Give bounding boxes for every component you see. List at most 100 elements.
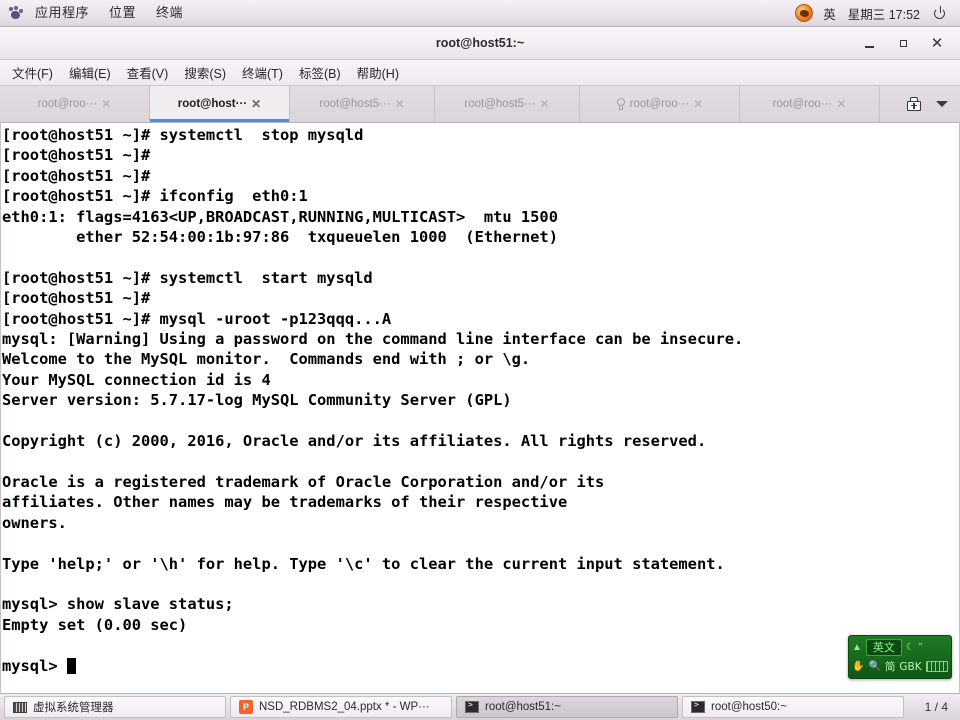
terminal-line: Type 'help;' or '\h' for help. Type '\c'… xyxy=(2,554,725,573)
taskbar-item-terminal-host51[interactable]: root@host51:~ xyxy=(456,696,678,718)
menu-places[interactable]: 位置 xyxy=(99,0,146,26)
tab-3[interactable]: root@host5··· ✕ xyxy=(435,86,580,122)
terminal-icon xyxy=(465,700,479,713)
tab-1-active[interactable]: root@host··· ✕ xyxy=(150,86,290,122)
taskbar-item-terminal-host51-label: root@host51:~ xyxy=(485,701,561,713)
menu-tabs[interactable]: 标签(B) xyxy=(291,60,349,85)
tab-2-label: root@host5··· xyxy=(319,98,391,110)
maximize-button[interactable] xyxy=(886,29,920,57)
terminal-line: Oracle is a registered trademark of Orac… xyxy=(2,472,605,491)
keyboard-icon[interactable] xyxy=(925,661,948,672)
terminal-line: [root@host51 ~]# xyxy=(2,289,151,308)
window-title-bar[interactable]: root@host51:~ ✕ xyxy=(0,27,960,60)
hand-icon[interactable]: ✋ xyxy=(852,661,864,673)
terminal-output-area[interactable]: [root@host51 ~]# systemctl stop mysqld [r… xyxy=(0,123,960,694)
taskbar-item-virt-manager[interactable]: 虚拟系统管理器 xyxy=(4,696,226,718)
tab-5[interactable]: root@roo··· ✕ xyxy=(740,86,880,122)
ime-panel-row-top: ▲ 英文 ☾ ” xyxy=(852,639,948,657)
taskbar-item-terminal-host50-label: root@host50:~ xyxy=(711,701,787,713)
menu-applications[interactable]: 应用程序 xyxy=(25,0,99,26)
menu-help[interactable]: 帮助(H) xyxy=(349,60,407,85)
tab-3-label: root@host5··· xyxy=(464,98,536,110)
tab-0-close-icon[interactable]: ✕ xyxy=(101,98,111,110)
taskbar-item-wps-presentation-label: NSD_RDBMS2_04.pptx * - WP··· xyxy=(259,701,430,713)
tab-4-label: root@roo··· xyxy=(629,98,690,110)
tab-0-label: root@roo··· xyxy=(37,98,98,110)
terminal-text: [root@host51 ~]# systemctl stop mysqld [r… xyxy=(1,123,743,676)
menu-terminal[interactable]: 终端 xyxy=(146,0,193,26)
terminal-line: affiliates. Other names may be trademark… xyxy=(2,493,568,512)
terminal-line: [root@host51 ~]# xyxy=(2,146,151,165)
terminal-line: Empty set (0.00 sec) xyxy=(2,615,188,634)
tab-bar-tools xyxy=(898,86,960,122)
wps-presentation-icon: P xyxy=(239,700,253,714)
top-panel-menus: 应用程序 位置 终端 xyxy=(0,0,193,26)
terminal-line: Copyright (c) 2000, 2016, Oracle and/or … xyxy=(2,432,707,451)
taskbar-item-terminal-host50[interactable]: root@host50:~ xyxy=(682,696,904,718)
terminal-cursor xyxy=(66,657,76,674)
tab-5-close-icon[interactable]: ✕ xyxy=(836,98,846,110)
ime-panel-row-bottom: ✋ 🔍 简 GBK xyxy=(852,658,948,676)
terminal-line: mysql> show slave status; xyxy=(2,595,234,614)
power-icon[interactable] xyxy=(934,6,948,20)
vm-manager-icon xyxy=(13,701,27,713)
window-controls: ✕ xyxy=(852,27,954,59)
new-tab-icon[interactable] xyxy=(906,96,922,112)
quote-icon[interactable]: ” xyxy=(919,642,922,654)
terminal-line: ether 52:54:00:1b:97:86 txqueuelen 1000 … xyxy=(2,228,558,247)
chevron-up-icon[interactable]: ▲ xyxy=(852,642,862,654)
ime-language-indicator[interactable]: 英 xyxy=(823,4,836,23)
tab-2[interactable]: root@host5··· ✕ xyxy=(290,86,435,122)
workspace-indicator[interactable]: 1 / 4 xyxy=(919,700,958,714)
terminal-menu-bar: 文件(F) 编辑(E) 查看(V) 搜索(S) 终端(T) 标签(B) 帮助(H… xyxy=(0,60,960,86)
close-icon: ✕ xyxy=(930,34,944,52)
top-panel-status-area: 英 星期三 17:52 xyxy=(795,0,960,26)
terminal-line: mysql: [Warning] Using a password on the… xyxy=(2,330,744,349)
terminal-line: [root@host51 ~]# mysql -uroot -p123qqq..… xyxy=(2,309,392,328)
close-button[interactable]: ✕ xyxy=(920,29,954,57)
terminal-window: root@host51:~ ✕ 文件(F) 编辑(E) 查看(V) 搜索(S) … xyxy=(0,27,960,694)
terminal-line: [root@host51 ~]# ifconfig eth0:1 xyxy=(2,187,308,206)
taskbar-item-wps-presentation[interactable]: P NSD_RDBMS2_04.pptx * - WP··· xyxy=(230,696,452,718)
clock[interactable]: 星期三 17:52 xyxy=(848,4,920,23)
menu-terminal[interactable]: 终端(T) xyxy=(234,60,291,85)
tab-5-label: root@roo··· xyxy=(772,98,833,110)
tab-1-close-icon[interactable]: ✕ xyxy=(251,98,261,110)
search-icon[interactable]: 🔍 xyxy=(868,661,880,673)
gnome-foot-icon xyxy=(7,5,24,21)
tab-0[interactable]: root@roo··· ✕ xyxy=(0,86,150,122)
menu-view[interactable]: 查看(V) xyxy=(119,60,177,85)
ime-orb-icon[interactable] xyxy=(795,4,814,22)
menu-file[interactable]: 文件(F) xyxy=(4,60,61,85)
maximize-icon xyxy=(899,39,907,47)
terminal-line: [root@host51 ~]# systemctl stop mysqld xyxy=(2,126,364,144)
terminal-icon xyxy=(691,700,705,713)
tab-4-close-icon[interactable]: ✕ xyxy=(693,98,703,110)
tab-bar-spacer xyxy=(880,86,898,122)
taskbar: 虚拟系统管理器 P NSD_RDBMS2_04.pptx * - WP··· r… xyxy=(0,693,960,720)
minimize-icon xyxy=(864,45,874,48)
ime-script-label[interactable]: 简 xyxy=(885,661,896,673)
ime-encoding-label[interactable]: GBK xyxy=(899,661,921,673)
terminal-line: Your MySQL connection id is 4 xyxy=(2,370,271,389)
tab-3-close-icon[interactable]: ✕ xyxy=(540,98,550,110)
terminal-line: owners. xyxy=(2,513,67,532)
tab-4[interactable]: root@roo··· ✕ xyxy=(580,86,740,122)
menu-edit[interactable]: 编辑(E) xyxy=(61,60,119,85)
ime-mode-label[interactable]: 英文 xyxy=(865,639,902,656)
terminal-line: eth0:1: flags=4163<UP,BROADCAST,RUNNING,… xyxy=(2,207,558,226)
tab-2-close-icon[interactable]: ✕ xyxy=(395,98,405,110)
ime-floating-panel[interactable]: ▲ 英文 ☾ ” ✋ 🔍 简 GBK xyxy=(848,635,952,679)
terminal-line: Welcome to the MySQL monitor. Commands e… xyxy=(2,350,531,369)
minimize-button[interactable] xyxy=(852,29,886,57)
moon-icon[interactable]: ☾ xyxy=(906,642,915,654)
terminal-line: mysql> xyxy=(2,656,743,676)
menu-search[interactable]: 搜索(S) xyxy=(176,60,234,85)
chevron-down-icon[interactable] xyxy=(936,101,948,107)
gnome-top-panel: 应用程序 位置 终端 英 星期三 17:52 xyxy=(0,0,960,27)
